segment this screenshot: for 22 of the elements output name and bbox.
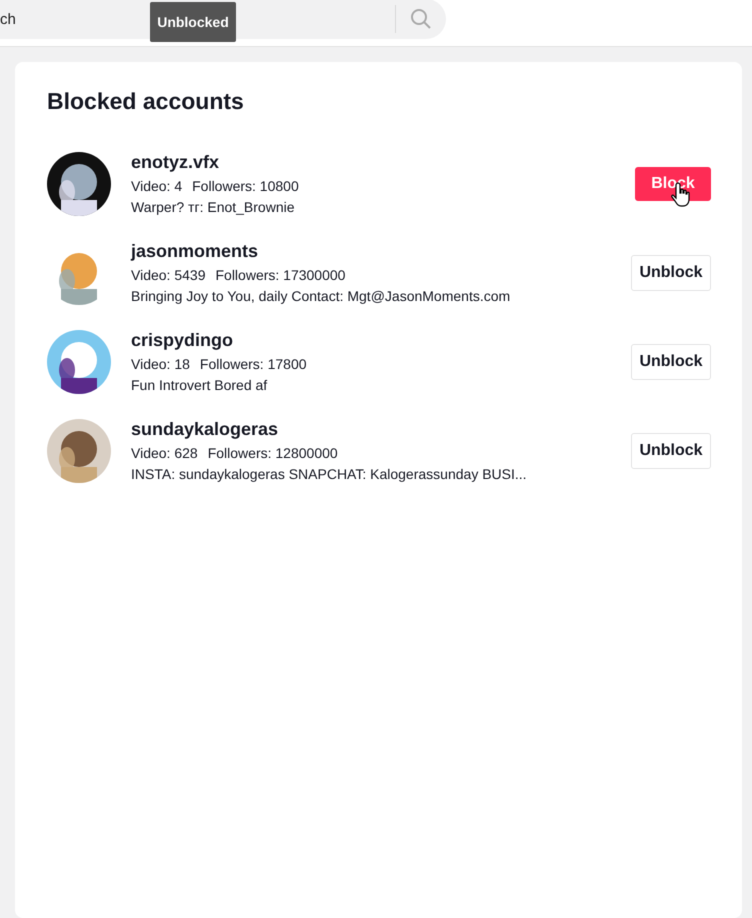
unblock-button[interactable]: Unblock: [631, 432, 711, 468]
account-bio: Warper? тг: Enot_Brownie: [131, 199, 296, 215]
unblock-button[interactable]: Unblock: [631, 344, 711, 380]
account-name: crispydingo: [131, 330, 234, 351]
video-count: Video: 18: [131, 356, 190, 372]
account-bio: Fun Introvert Bored af: [131, 377, 268, 393]
unblock-button[interactable]: Unblock: [631, 254, 711, 290]
video-count: Video: 4: [131, 178, 182, 194]
account-name: jasonmoments: [131, 241, 260, 262]
follower-count: Followers: 17800: [200, 356, 307, 372]
account-name: enotyz.vfx: [131, 152, 220, 173]
follower-count: Followers: 10800: [192, 178, 299, 194]
video-count: Video: 628: [131, 445, 198, 461]
video-count: Video: 5439: [131, 267, 206, 283]
follower-count: Followers: 17300000: [215, 267, 346, 283]
account-name: sundaykalogeras: [131, 419, 280, 440]
page-title: Blocked accounts: [47, 88, 245, 115]
follower-count: Followers: 12800000: [208, 445, 338, 461]
search-icon: [410, 8, 432, 30]
account-bio: INSTA: sundaykalogeras SNAPCHAT: Kalogerassunday BUSI...: [131, 466, 528, 482]
account-bio: Bringing Joy to You, daily Contact: Mgt@JasonMoments.com: [131, 288, 512, 304]
tooltip: Unblocked: [150, 2, 236, 42]
